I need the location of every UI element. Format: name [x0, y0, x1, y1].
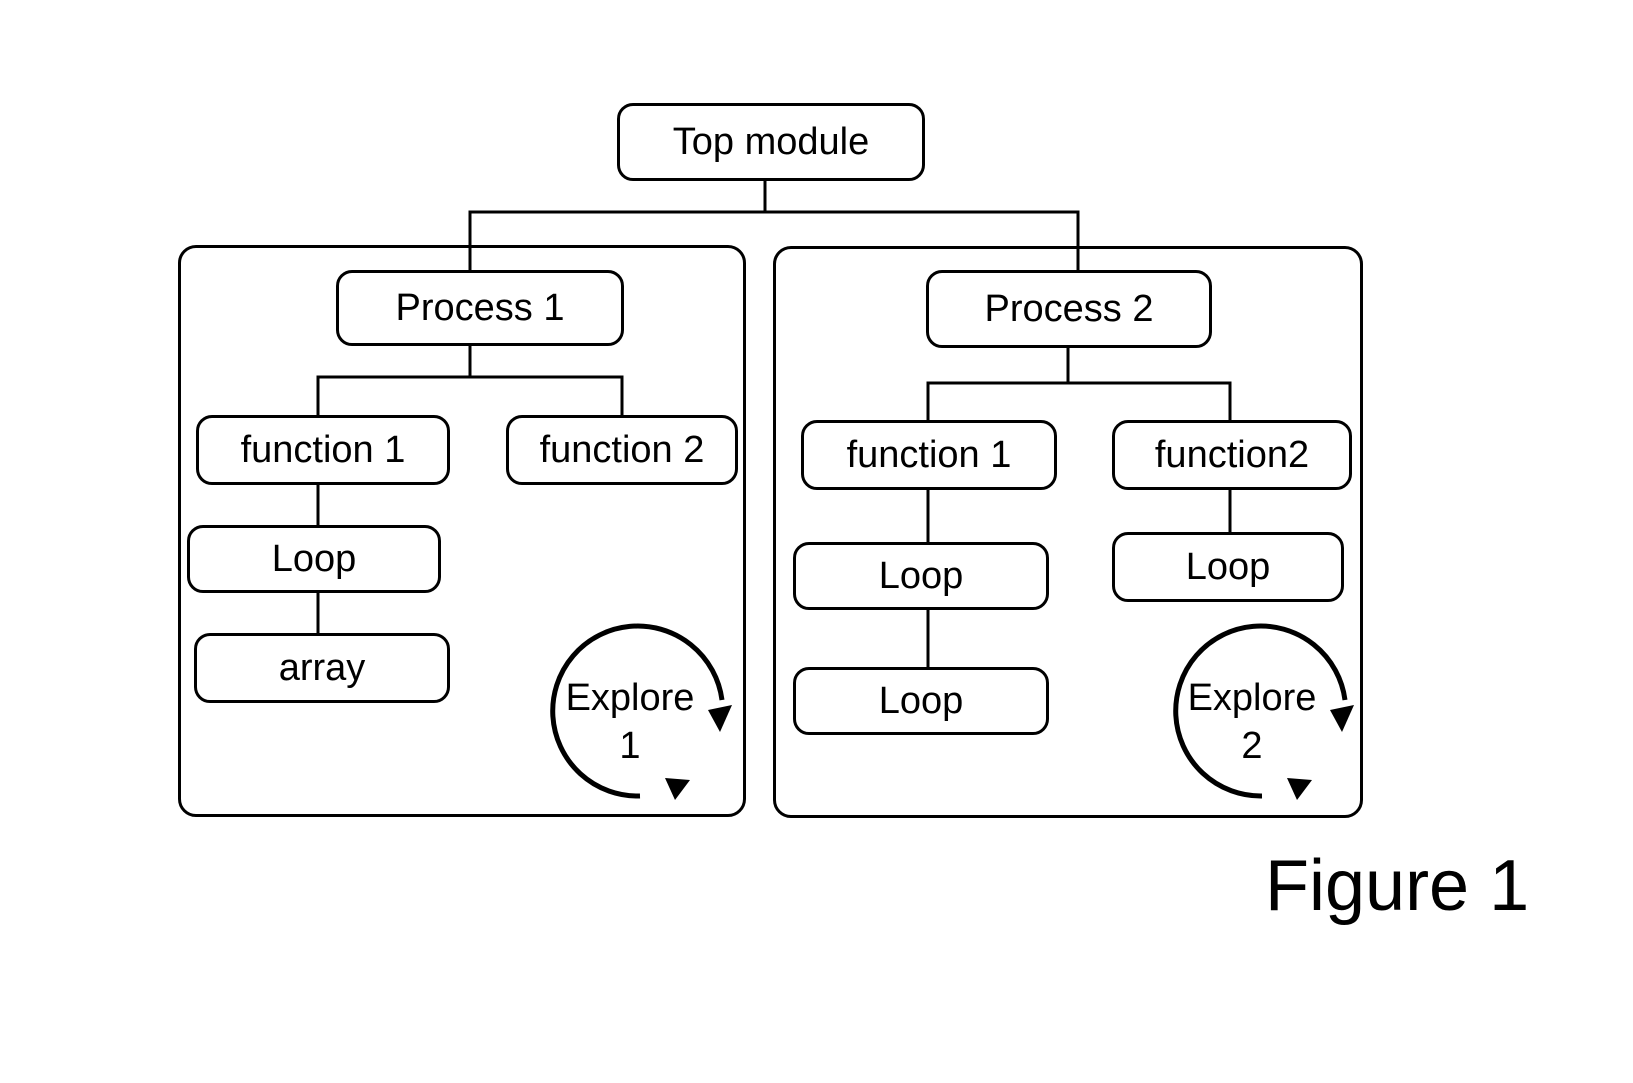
explore-1-line2: 1 — [619, 725, 641, 767]
figure-caption: Figure 1 — [1265, 846, 1530, 926]
p2-loop-b-node: Loop — [793, 667, 1049, 735]
process-1-node: Process 1 — [336, 270, 624, 346]
explore-2-label: Explore 2 — [1172, 674, 1332, 770]
p2-loop-a-node: Loop — [793, 542, 1049, 610]
p2-function-1-node: function 1 — [801, 420, 1057, 490]
p1-loop-node: Loop — [187, 525, 441, 593]
p1-array-node: array — [194, 633, 450, 703]
p2-function-2-node: function2 — [1112, 420, 1352, 490]
explore-2-line1: Explore — [1187, 677, 1317, 719]
explore-1-label: Explore 1 — [550, 674, 710, 770]
p2-loop-c-node: Loop — [1112, 532, 1344, 602]
process-2-node: Process 2 — [926, 270, 1212, 348]
p1-function-1-node: function 1 — [196, 415, 450, 485]
p1-function-2-node: function 2 — [506, 415, 738, 485]
top-module-node: Top module — [617, 103, 925, 181]
explore-1-line1: Explore — [565, 677, 695, 719]
explore-2-line2: 2 — [1241, 725, 1263, 767]
